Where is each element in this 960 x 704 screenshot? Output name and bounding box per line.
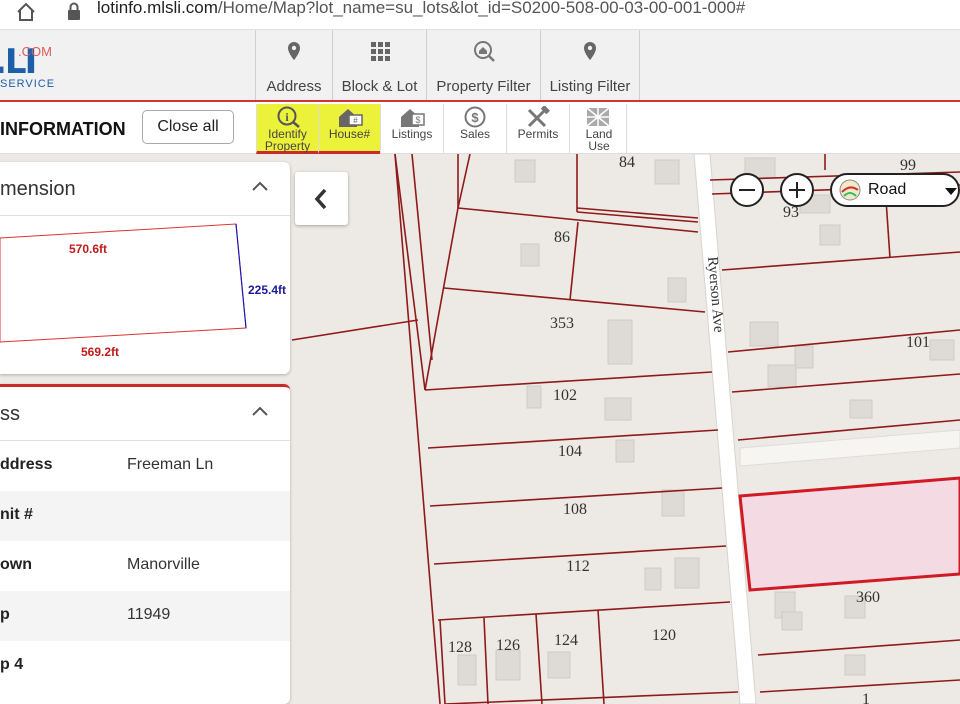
minus-icon — [739, 189, 755, 191]
tool-land-use[interactable]: Land Use — [569, 104, 627, 154]
zip4-key: p 4 — [0, 656, 24, 673]
lot-label: 128 — [448, 639, 472, 656]
tools-icon — [527, 106, 550, 128]
nav-listing-filter[interactable]: Listing Filter — [540, 30, 640, 100]
nav-listing-filter-label: Listing Filter — [549, 78, 631, 95]
lot-label: 124 — [554, 632, 578, 649]
lot-label: 104 — [558, 443, 582, 460]
plus-icon — [789, 182, 805, 198]
nav-address-label: Address — [266, 78, 322, 95]
dimension-card-title: mension — [0, 178, 76, 200]
svg-text:i: i — [285, 110, 289, 124]
home-icon[interactable] — [14, 1, 38, 23]
tool-sales[interactable]: $ Sales — [443, 104, 506, 154]
tool-listings[interactable]: $ Listings — [380, 104, 443, 154]
chevron-left-icon — [314, 188, 327, 210]
chevron-up-icon[interactable] — [250, 178, 270, 194]
svg-text:$: $ — [471, 110, 479, 125]
lot-label: 120 — [652, 627, 676, 644]
tool-identify-property[interactable]: i Identify Property — [256, 104, 318, 154]
zip4-row: p 4 — [0, 641, 290, 691]
lot-label: 353 — [550, 315, 574, 332]
tool-sales-label: Sales — [459, 127, 491, 141]
town-key: own — [0, 556, 32, 573]
information-title: INFORMATION — [0, 119, 126, 139]
lot-dimension-diagram: 570.6ft 225.4ft 569.2ft — [0, 223, 286, 359]
basemap-select[interactable]: Road — [830, 173, 960, 207]
house-number-icon: # — [338, 109, 363, 127]
info-toolbar: INFORMATION Close all i Identify Propert… — [0, 104, 960, 154]
unit-row: nit # — [0, 491, 290, 541]
address-key: ddress — [0, 456, 53, 473]
address-value: Freeman Ln — [127, 456, 214, 473]
tool-land-use-label: Land Use — [585, 127, 613, 153]
house-search-icon — [473, 41, 495, 62]
nav-address[interactable]: Address — [255, 30, 332, 100]
address-card-title: ss — [0, 403, 20, 425]
nav-property-filter[interactable]: Property Filter — [426, 30, 540, 100]
listings-icon: $ — [401, 109, 425, 127]
tool-permits-label: Permits — [517, 127, 559, 141]
zip-value: 11949 — [127, 606, 171, 623]
collapse-panel-button[interactable] — [295, 172, 348, 225]
map-pin-icon — [288, 42, 300, 60]
address-card-header[interactable]: ss — [0, 387, 290, 441]
caret-down-icon — [945, 188, 957, 195]
town-value: Manorville — [127, 556, 200, 573]
address-card: ss ddress Freeman Ln nit # own Manorvill… — [0, 384, 290, 704]
basemap-icon — [839, 179, 861, 201]
tool-permits[interactable]: Permits — [506, 104, 569, 154]
zoom-in-button[interactable] — [780, 173, 814, 207]
url-host: lotinfo.mlsli.com — [97, 0, 218, 17]
address-row: ddress Freeman Ln — [0, 441, 290, 491]
zip-key: p — [0, 606, 10, 623]
lot-label: 86 — [554, 229, 570, 246]
site-logo[interactable]: .LI .COM SERVICE — [0, 40, 62, 94]
browser-address-bar[interactable]: lotinfo.mlsli.com/Home/Map?lot_name=su_l… — [0, 0, 960, 30]
app-header: .LI .COM SERVICE Address Block & Lot Pro… — [0, 30, 960, 102]
bottom-length-label: 569.2ft — [81, 345, 119, 359]
land-use-icon — [586, 107, 610, 127]
chevron-up-icon[interactable] — [250, 403, 270, 419]
zip-row: p 11949 — [0, 591, 290, 641]
lot-label: 102 — [553, 387, 577, 404]
tool-listings-label: Listings — [391, 127, 433, 141]
nav-property-filter-label: Property Filter — [436, 78, 531, 95]
tool-identify-property-label: Identify Property — [264, 127, 311, 153]
nav-block-lot-label: Block & Lot — [341, 78, 418, 95]
basemap-value: Road — [868, 181, 907, 198]
lot-label: 108 — [563, 501, 587, 518]
zoom-out-button[interactable] — [730, 173, 764, 207]
side-length-label: 225.4ft — [248, 283, 286, 297]
logo-com: .COM — [18, 44, 52, 59]
logo-service: SERVICE — [0, 78, 56, 90]
lock-icon[interactable] — [66, 1, 82, 21]
top-length-label: 570.6ft — [69, 242, 107, 256]
dimension-card: mension 570.6ft 225.4ft 569.2ft — [0, 162, 290, 374]
unit-key: nit # — [0, 506, 33, 523]
tool-house-number-label: House# — [328, 127, 371, 141]
lot-label: 101 — [906, 334, 930, 351]
lot-label: 1 — [862, 691, 870, 704]
svg-text:#: # — [353, 116, 358, 125]
nav-block-lot[interactable]: Block & Lot — [332, 30, 426, 100]
lot-label: 112 — [566, 558, 589, 575]
info-panel: mension 570.6ft 225.4ft 569.2ft ss ddres… — [0, 154, 292, 704]
identify-icon: i — [277, 106, 300, 128]
map-pin-icon — [584, 42, 596, 60]
url-text[interactable]: lotinfo.mlsli.com/Home/Map?lot_name=su_l… — [97, 0, 745, 18]
tool-house-number[interactable]: # House# — [318, 104, 380, 154]
dollar-icon: $ — [464, 106, 486, 128]
town-row: own Manorville — [0, 541, 290, 591]
lot-label: 99 — [900, 157, 916, 174]
street-label: Ryerson Ave — [704, 256, 727, 334]
url-path: /Home/Map?lot_name=su_lots&lot_id=S0200-… — [217, 0, 746, 17]
lot-label: 126 — [496, 637, 520, 654]
close-all-button[interactable]: Close all — [142, 110, 234, 144]
lot-label: 84 — [619, 154, 635, 171]
dimension-card-header[interactable]: mension — [0, 162, 290, 216]
lot-label: 360 — [856, 589, 880, 606]
grid-icon — [370, 42, 390, 61]
svg-text:$: $ — [415, 115, 420, 125]
